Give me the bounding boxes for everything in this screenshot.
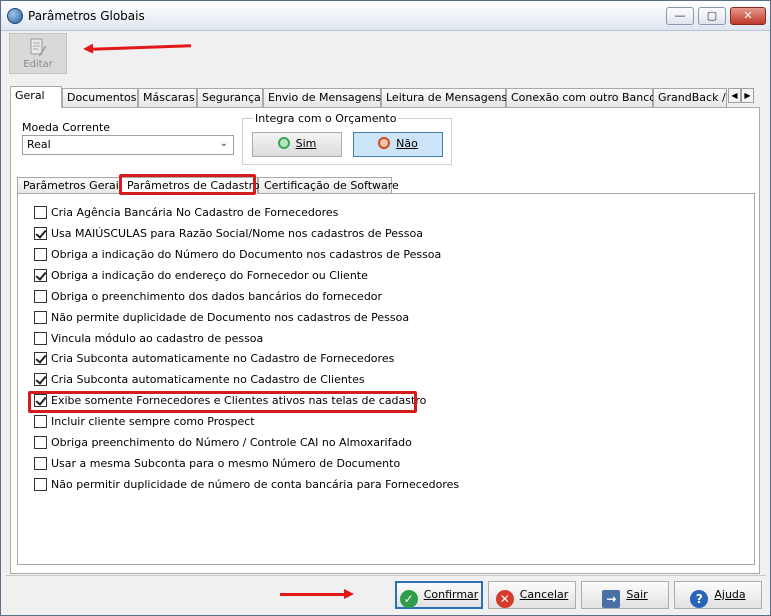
currency-label: Moeda Corrente [22, 121, 111, 134]
checkbox-checked[interactable] [34, 227, 47, 240]
power-red-icon [378, 137, 391, 149]
option-label: Vincula módulo ao cadastro de pessoa [51, 332, 264, 345]
no-button[interactable]: Não [353, 132, 443, 157]
highlight-box-tab [119, 174, 256, 195]
window-title: Parâmetros Globais [28, 9, 145, 23]
tab-scroll-left-icon[interactable]: ◀ [728, 88, 741, 103]
currency-value: Real [27, 138, 51, 151]
option-label: Cria Subconta automaticamente no Cadastr… [51, 373, 365, 386]
chevron-down-icon: ⌄ [219, 138, 228, 149]
budget-integration-legend: Integra com o Orçamento [253, 112, 399, 125]
power-green-icon [277, 137, 290, 149]
option-row[interactable]: Vincula módulo ao cadastro de pessoa [34, 332, 263, 348]
tab-parametros-gerais[interactable]: Parâmetros Gerais [17, 177, 125, 194]
option-label: Obriga a indicação do endereço do Fornec… [51, 269, 368, 282]
option-label: Incluir cliente sempre como Prospect [51, 415, 255, 428]
cancel-button[interactable]: ✕ Cancelar [488, 581, 576, 609]
checkbox[interactable] [34, 290, 47, 303]
cancel-label: Cancelar [519, 588, 569, 601]
tab-documentos[interactable]: Documentos [62, 88, 138, 107]
edit-button[interactable]: Editar [9, 33, 67, 74]
cadastro-options-panel: Cria Agência Bancária No Cadastro de For… [17, 193, 755, 565]
confirm-button[interactable]: ✓ Confirmar [395, 581, 483, 609]
option-label: Obriga o preenchimento dos dados bancári… [51, 290, 383, 303]
option-label: Usar a mesma Subconta para o mesmo Númer… [51, 457, 401, 470]
checkbox[interactable] [34, 436, 47, 449]
option-row[interactable]: Usar a mesma Subconta para o mesmo Númer… [34, 457, 400, 473]
tab-certificacao-software[interactable]: Certificação de Software [258, 177, 399, 194]
app-icon [7, 8, 23, 24]
option-label: Não permite duplicidade de Documento nos… [51, 311, 410, 324]
tab-geral[interactable]: Geral [10, 86, 62, 108]
no-label: Não [396, 137, 418, 150]
edit-document-icon [30, 38, 46, 57]
minimize-button[interactable]: — [666, 7, 694, 25]
help-label: Ajuda [714, 588, 746, 601]
exit-door-icon: → [602, 590, 621, 608]
currency-select[interactable]: Real ⌄ [22, 135, 234, 155]
maximize-button[interactable]: ▢ [698, 7, 726, 25]
annotation-arrow-top [90, 44, 192, 51]
tab-envio-mensagens[interactable]: Envio de Mensagens [263, 88, 381, 107]
help-icon: ? [690, 590, 709, 608]
title-bar: Parâmetros Globais — ▢ ✕ [1, 1, 770, 31]
option-label: Cria Agência Bancária No Cadastro de For… [51, 206, 339, 219]
option-row[interactable]: Cria Subconta automaticamente no Cadastr… [34, 373, 365, 389]
checkbox[interactable] [34, 248, 47, 261]
option-row[interactable]: Obriga o preenchimento dos dados bancári… [34, 290, 382, 306]
tab-grandback[interactable]: GrandBack / I [653, 88, 727, 107]
annotation-arrow-bottom [280, 589, 354, 599]
yes-button[interactable]: Sim [252, 132, 342, 157]
option-row[interactable]: Cria Agência Bancária No Cadastro de For… [34, 206, 338, 222]
highlight-box-option [28, 391, 417, 413]
option-row[interactable]: Obriga a indicação do Número do Document… [34, 248, 441, 264]
option-row[interactable]: Obriga a indicação do endereço do Fornec… [34, 269, 368, 285]
inner-tabs: Parâmetros Gerais Parâmetros de Cadastro… [17, 174, 737, 195]
check-icon: ✓ [399, 590, 418, 608]
option-label: Obriga preenchimento do Número / Control… [51, 436, 412, 449]
checkbox-checked[interactable] [34, 269, 47, 282]
option-label: Cria Subconta automaticamente no Cadastr… [51, 352, 395, 365]
footer-divider [6, 575, 766, 576]
edit-button-label: Editar [23, 59, 53, 70]
checkbox[interactable] [34, 206, 47, 219]
checkbox[interactable] [34, 332, 47, 345]
checkbox-checked[interactable] [34, 373, 47, 386]
option-label: Usa MAIÚSCULAS para Razão Social/Nome no… [51, 227, 423, 240]
help-button[interactable]: ? Ajuda [674, 581, 762, 609]
checkbox[interactable] [34, 415, 47, 428]
tab-conexao-banco[interactable]: Conexão com outro Banco [506, 88, 656, 107]
option-row[interactable]: Obriga preenchimento do Número / Control… [34, 436, 412, 452]
main-tabs: Geral Documentos Máscaras Segurança Envi… [10, 86, 756, 108]
budget-integration-group: Integra com o Orçamento Sim Não [242, 112, 452, 165]
exit-label: Sair [626, 588, 648, 601]
option-label: Obriga a indicação do Número do Document… [51, 248, 442, 261]
checkbox[interactable] [34, 478, 47, 491]
cancel-icon: ✕ [495, 590, 514, 608]
tab-scroll-right-icon[interactable]: ▶ [741, 88, 754, 103]
yes-label: Sim [295, 137, 317, 150]
option-label: Não permitir duplicidade de número de co… [51, 478, 460, 491]
close-button[interactable]: ✕ [730, 7, 766, 25]
option-row[interactable]: Incluir cliente sempre como Prospect [34, 415, 255, 431]
window: Parâmetros Globais — ▢ ✕ Editar Geral Do… [0, 0, 771, 616]
checkbox[interactable] [34, 457, 47, 470]
geral-panel: Moeda Corrente Real ⌄ Integra com o Orça… [10, 107, 760, 574]
option-row[interactable]: Não permitir duplicidade de número de co… [34, 478, 459, 494]
tab-seguranca[interactable]: Segurança [197, 88, 263, 107]
confirm-label: Confirmar [423, 588, 479, 601]
checkbox[interactable] [34, 311, 47, 324]
tab-mascaras[interactable]: Máscaras [138, 88, 197, 107]
option-row[interactable]: Cria Subconta automaticamente no Cadastr… [34, 352, 394, 368]
exit-button[interactable]: → Sair [581, 581, 669, 609]
option-row[interactable]: Usa MAIÚSCULAS para Razão Social/Nome no… [34, 227, 423, 243]
tab-leitura-mensagens[interactable]: Leitura de Mensagens [381, 88, 507, 107]
option-row[interactable]: Não permite duplicidade de Documento nos… [34, 311, 409, 327]
checkbox-checked[interactable] [34, 352, 47, 365]
